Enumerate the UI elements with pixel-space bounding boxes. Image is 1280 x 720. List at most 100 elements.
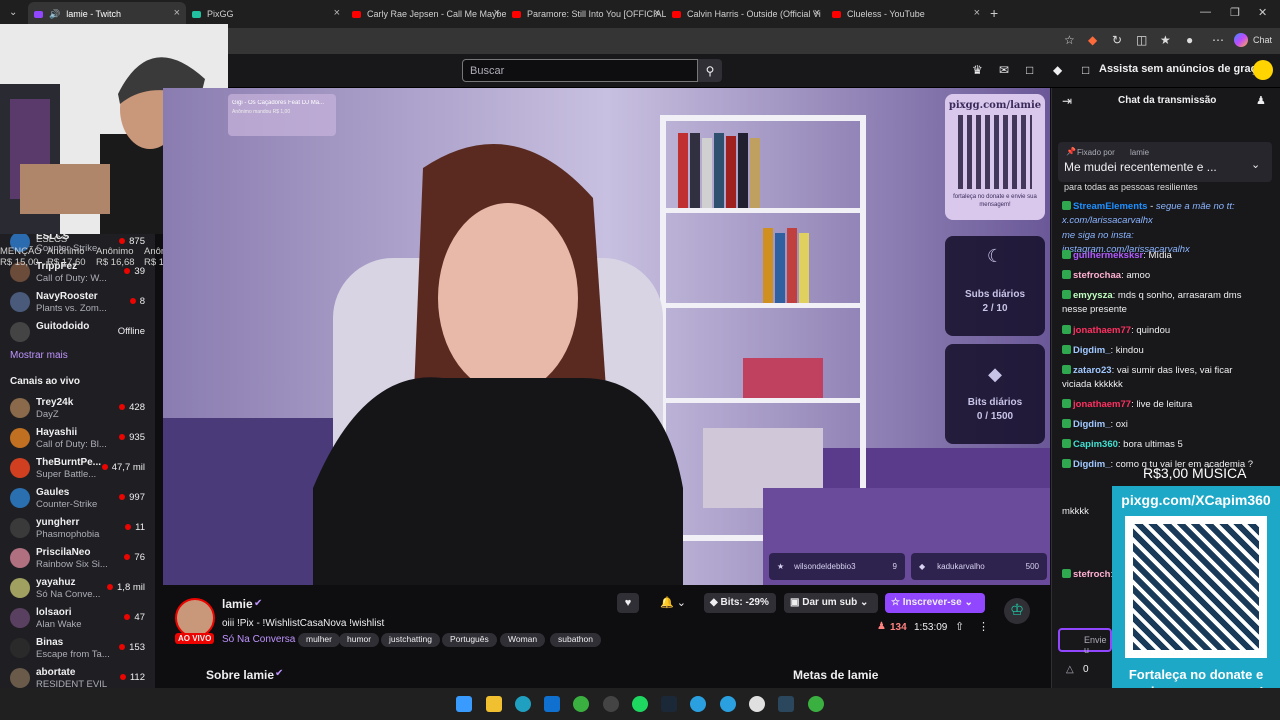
follow-heart-icon[interactable]: ♥ — [617, 593, 639, 613]
bits-icon[interactable]: ◆ — [1053, 63, 1062, 77]
sidebar-channel[interactable]: Binas Escape from Ta... 153 — [0, 634, 155, 664]
stream-tag[interactable]: mulher — [298, 633, 340, 647]
promo-qr-code-icon — [1125, 516, 1267, 658]
pinned-message[interactable]: 📌 Fixado por lamie Me mudei recentemente… — [1058, 142, 1272, 182]
show-more-link[interactable]: Mostrar mais — [10, 350, 68, 361]
chat-username[interactable]: guilhermeksksr — [1073, 250, 1143, 261]
search-icon[interactable]: ⚲ — [698, 59, 722, 82]
chat-username[interactable]: jonathaem77 — [1073, 399, 1131, 410]
chat-users-icon[interactable]: ♟ — [1256, 94, 1266, 107]
sidebar-channel[interactable]: Hayashii Call of Duty: Bl... 935 — [0, 424, 155, 454]
chat-username[interactable]: jonathaem77 — [1073, 325, 1131, 336]
steam-icon[interactable] — [661, 696, 677, 712]
star-icon[interactable]: ☆ — [1064, 33, 1075, 47]
refresh-icon[interactable]: ↻ — [1112, 33, 1122, 47]
sidebar-channel[interactable]: yungherr Phasmophobia 11 — [0, 514, 155, 544]
video-player[interactable] — [163, 88, 1050, 585]
chat-username[interactable]: zataro23 — [1073, 365, 1112, 376]
subscribe-button[interactable]: ☆ Inscrever-se ⌄ — [885, 593, 985, 613]
chat-username[interactable]: Capim360 — [1073, 439, 1118, 450]
tab-twitch[interactable]: 🔊 lamie - Twitch × — [28, 2, 186, 26]
inbox-icon[interactable]: ✉ — [999, 63, 1009, 77]
obs-icon[interactable] — [603, 696, 619, 712]
close-window-icon[interactable]: ✕ — [1258, 6, 1267, 19]
extension-icon[interactable]: ◆ — [1088, 33, 1097, 47]
stream-tag[interactable]: subathon — [550, 633, 601, 647]
copilot-icon[interactable] — [1234, 33, 1248, 47]
more-icon[interactable]: ⋯ — [1212, 33, 1224, 47]
sidebar-channel[interactable]: Gaules Counter-Strike 997 — [0, 484, 155, 514]
streamer-avatar[interactable] — [175, 598, 215, 638]
chat-extension-label[interactable]: Chat — [1253, 35, 1272, 45]
spotify-icon[interactable] — [632, 696, 648, 712]
file-explorer-icon[interactable] — [486, 696, 502, 712]
stream-tag[interactable]: Woman — [500, 633, 546, 647]
collapse-chat-icon[interactable]: ⇥ — [1062, 94, 1072, 108]
category-link[interactable]: Só Na Conversa — [222, 634, 295, 645]
split-screen-icon[interactable]: ◫ — [1136, 33, 1147, 47]
media-player-icon[interactable] — [749, 696, 765, 712]
chat-username[interactable]: Digdim_ — [1073, 345, 1110, 356]
stream-tag[interactable]: Português — [442, 633, 497, 647]
outlook-icon[interactable] — [544, 696, 560, 712]
chat-username[interactable]: Digdim_ — [1073, 419, 1110, 430]
stream-tag[interactable]: humor — [339, 633, 380, 647]
telegram-icon[interactable] — [690, 696, 706, 712]
new-tab-button[interactable]: + — [990, 5, 998, 21]
sidebar-channel[interactable]: NavyRooster Plants vs. Zom... 8 — [0, 288, 155, 318]
share-icon[interactable]: ⇧ — [955, 620, 964, 633]
close-icon[interactable]: × — [814, 7, 820, 19]
channel-badge-icon[interactable]: ♔ — [1004, 598, 1030, 624]
search-input[interactable]: Buscar — [462, 59, 698, 82]
chat-username[interactable]: emyysza — [1073, 290, 1113, 301]
minimize-icon[interactable]: — — [1200, 6, 1211, 18]
chat-message: StreamElements - segue a mãe no tt: x.co… — [1062, 200, 1260, 228]
favorites-icon[interactable]: ★ — [1160, 33, 1171, 47]
gift-sub-button[interactable]: ▣ Dar um sub ⌄ — [784, 593, 878, 613]
tab-youtube-1[interactable]: Carly Rae Jepsen - Call Me Maybe × — [346, 2, 506, 26]
chat-username[interactable]: Digdim_ — [1073, 459, 1110, 470]
sidebar-channel[interactable]: Guitodoido Offline — [0, 318, 155, 348]
sidebar-channel[interactable]: lolsaori Alan Wake 47 — [0, 604, 155, 634]
chevron-down-icon[interactable]: ⌄ — [1251, 158, 1260, 171]
close-icon[interactable]: × — [654, 7, 660, 19]
channel-avatar — [10, 548, 30, 568]
chat-message: zataro23: vai sumir das lives, vai ficar… — [1062, 364, 1260, 392]
xbox-icon[interactable] — [573, 696, 589, 712]
tab-actions-icon[interactable]: ⌄ — [9, 7, 17, 18]
sidebar-channel[interactable]: yayahuz Só Na Conve... 1,8 mil — [0, 574, 155, 604]
whisper-icon[interactable]: □ — [1026, 63, 1033, 77]
crown-icon[interactable]: ♛ — [972, 63, 983, 77]
tab-youtube-3[interactable]: Calvin Harris - Outside (Official Vi × — [666, 2, 826, 26]
windows-start-icon[interactable] — [456, 696, 472, 712]
notification-bell-icon[interactable]: 🔔 ⌄ — [660, 596, 686, 609]
chat-username[interactable]: StreamElements — [1073, 201, 1147, 212]
xbox-icon-2[interactable] — [808, 696, 824, 712]
steam-icon-2[interactable] — [778, 696, 794, 712]
sidebar-channel[interactable]: TheBurntPe... Super Battle... 47,7 mil — [0, 454, 155, 484]
bits-button[interactable]: ◆ Bits: -29% — [704, 593, 776, 613]
profile-icon[interactable]: ● — [1186, 33, 1193, 47]
sidebar-channel[interactable]: PriscilaNeo Rainbow Six Si... 76 — [0, 544, 155, 574]
chat-username[interactable]: stefrochaa — [1073, 270, 1121, 281]
sidebar-channel[interactable]: Trey24k DayZ 428 — [0, 394, 155, 424]
live-dot-icon — [119, 434, 126, 440]
tab-youtube-4[interactable]: Clueless - YouTube × — [826, 2, 986, 26]
telegram-icon-2[interactable] — [720, 696, 736, 712]
close-icon[interactable]: × — [174, 7, 180, 19]
edge-icon[interactable] — [515, 696, 531, 712]
streamer-name[interactable]: lamie — [222, 597, 253, 611]
close-icon[interactable]: × — [494, 7, 500, 19]
close-icon[interactable]: × — [334, 7, 340, 19]
stream-tag[interactable]: justchatting — [381, 633, 440, 647]
avatar[interactable] — [1253, 60, 1273, 80]
tab-youtube-2[interactable]: Paramore: Still Into You [OFFICIAL × — [506, 2, 666, 26]
close-icon[interactable]: × — [974, 7, 980, 19]
channel-points-icon[interactable]: △ — [1066, 664, 1074, 675]
chat-input[interactable]: Envie u — [1058, 628, 1112, 655]
restore-icon[interactable]: ❐ — [1230, 6, 1240, 19]
more-options-icon[interactable]: ⋮ — [978, 620, 989, 633]
ad-free-link[interactable]: Assista sem anúncios de graça — [1099, 63, 1263, 75]
tab-pixgg[interactable]: PixGG × — [186, 2, 346, 26]
chat-username[interactable]: stefroch — [1073, 569, 1110, 580]
